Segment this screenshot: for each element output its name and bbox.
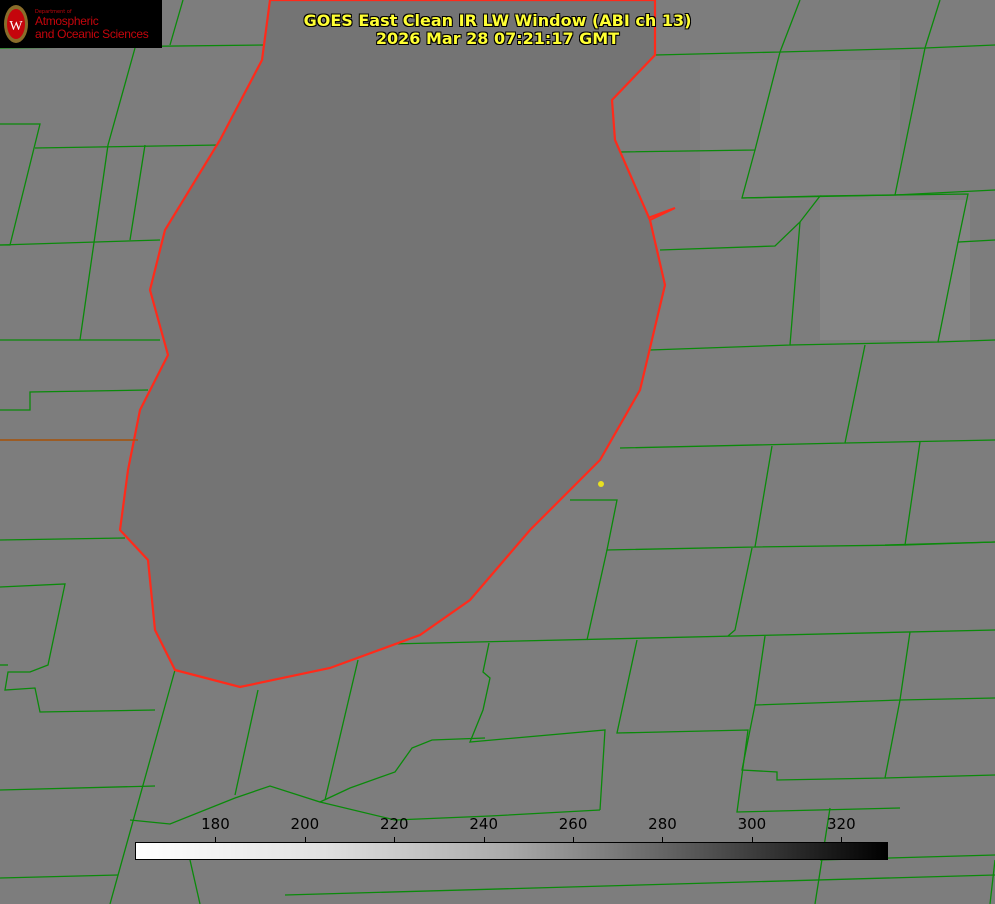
colorbar-tick-mark — [304, 837, 306, 842]
colorbar-tick-label: 300 — [737, 815, 767, 833]
location-marker — [598, 481, 604, 487]
colorbar-tick-label: 240 — [469, 815, 498, 833]
colorbar-tick-mark — [841, 837, 843, 842]
colorbar-tick-label: 180 — [201, 815, 230, 833]
colorbar-tick-label: 220 — [379, 815, 409, 833]
colorbar-tick-mark — [573, 837, 575, 842]
colorbar-tick-label: 260 — [558, 815, 588, 833]
satellite-map — [0, 0, 995, 904]
colorbar-tick-mark — [483, 837, 485, 842]
colorbar-tick-mark — [751, 837, 753, 842]
colorbar-tick-label: 280 — [648, 815, 677, 833]
image-timestamp: 2026 Mar 28 07:21:17 GMT — [375, 29, 620, 48]
colorbar — [135, 842, 888, 860]
image-title: GOES East Clean IR LW Window (ABI ch 13) — [303, 11, 692, 30]
colorbar-tick-mark — [215, 837, 217, 842]
colorbar-tick-label: 200 — [290, 815, 320, 833]
colorbar-tick-mark — [394, 837, 396, 842]
colorbar-tick-label: 320 — [826, 815, 856, 833]
colorbar-tick-mark — [662, 837, 664, 842]
